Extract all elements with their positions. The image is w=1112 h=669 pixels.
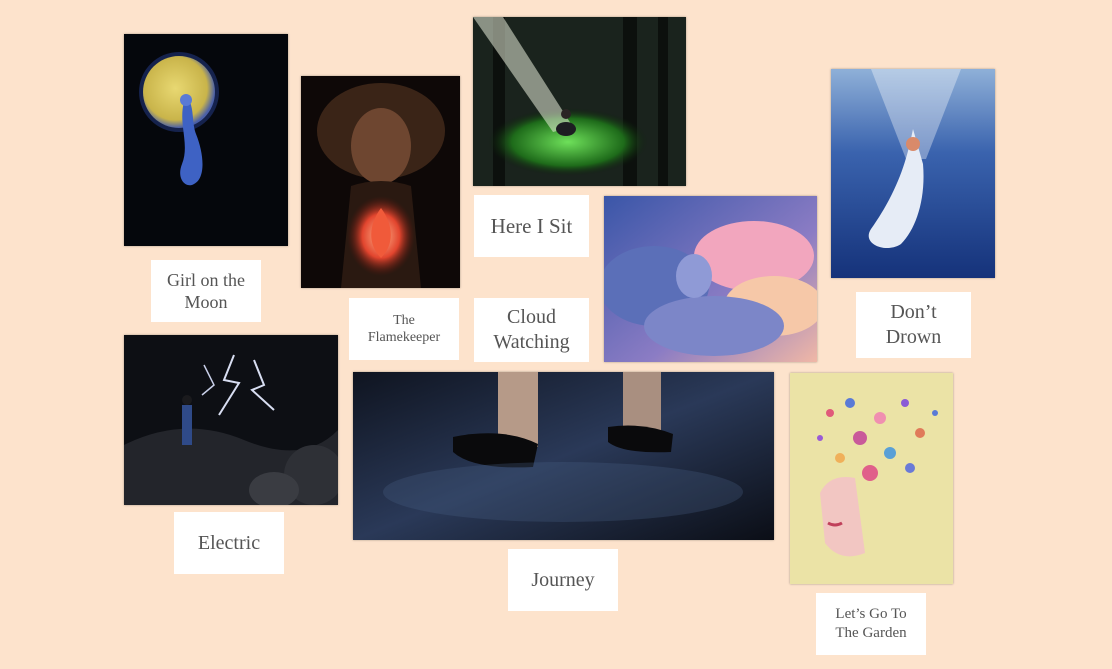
painting-cloud-watching[interactable]	[604, 196, 817, 362]
caption-dont-drown: Don’t Drown	[856, 292, 971, 358]
caption-electric: Electric	[174, 512, 284, 574]
painting-journey[interactable]	[353, 372, 774, 540]
painting-girl-on-the-moon[interactable]	[124, 34, 288, 246]
caption-journey: Journey	[508, 549, 618, 611]
caption-cloud-watching: Cloud Watching	[474, 298, 589, 362]
caption-the-flamekeeper: The Flamekeeper	[349, 298, 459, 360]
painting-dont-drown[interactable]	[831, 69, 995, 278]
caption-lets-go-to-the-garden: Let’s Go To The Garden	[816, 593, 926, 655]
caption-here-i-sit: Here I Sit	[474, 195, 589, 257]
painting-electric[interactable]	[124, 335, 338, 505]
painting-the-flamekeeper[interactable]	[301, 76, 460, 288]
caption-girl-on-the-moon: Girl on the Moon	[151, 260, 261, 322]
painting-lets-go-to-the-garden[interactable]	[790, 373, 953, 584]
painting-here-i-sit[interactable]	[473, 17, 686, 186]
